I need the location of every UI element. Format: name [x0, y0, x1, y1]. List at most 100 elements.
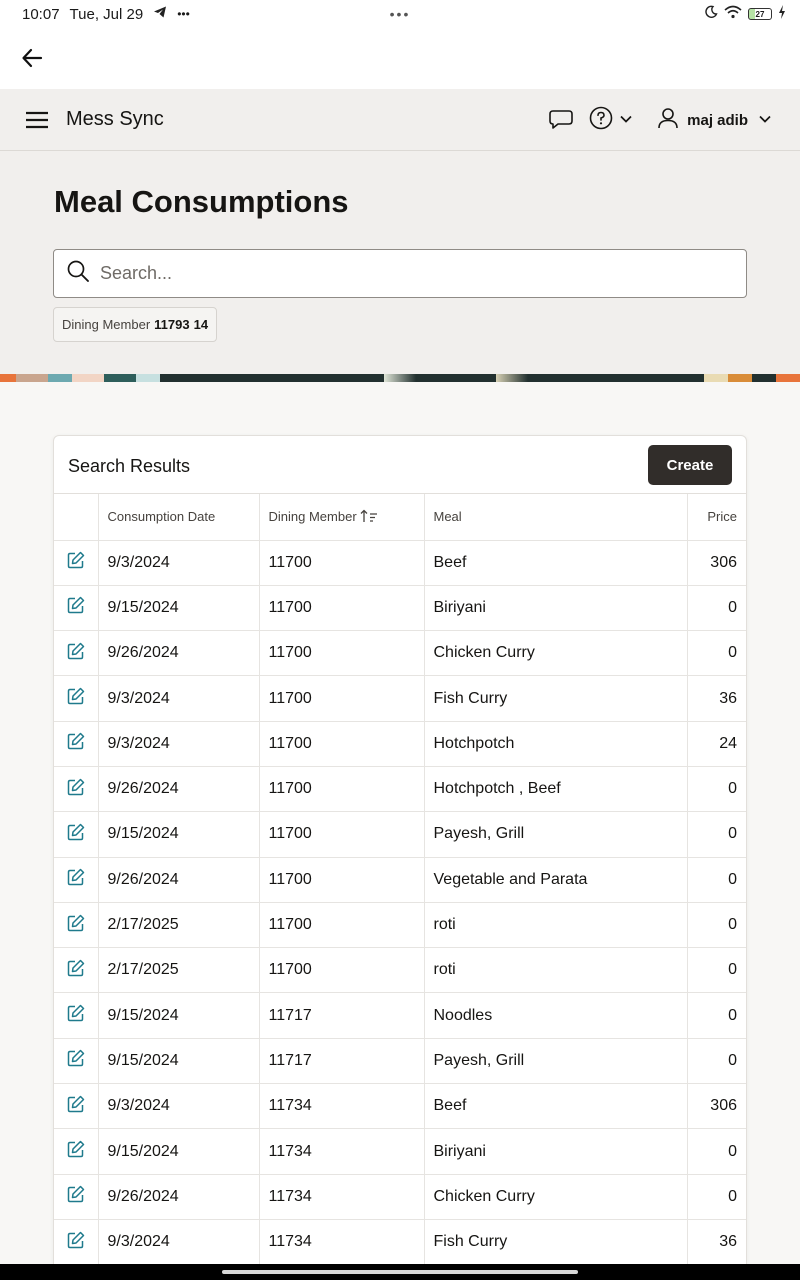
search-input[interactable]	[100, 263, 700, 284]
cell-dining-member: 11700	[259, 630, 425, 677]
sort-ascending-icon	[360, 509, 377, 523]
region-header: Search Results Create	[54, 436, 746, 494]
window-dots: •••	[389, 6, 411, 22]
cell-price: 0	[687, 630, 746, 677]
header-consumption-date[interactable]: Consumption Date	[98, 494, 260, 541]
cell-price: 36	[687, 1219, 746, 1266]
table-row: 9/15/2024 11717 Noodles 0	[54, 992, 746, 1039]
chat-bubble-icon[interactable]	[549, 109, 573, 131]
table-row: 9/26/2024 11734 Chicken Curry 0	[54, 1174, 746, 1220]
cell-consumption-date: 2/17/2025	[98, 902, 260, 949]
cell-consumption-date: 9/15/2024	[98, 992, 260, 1039]
cell-price: 0	[687, 766, 746, 813]
edit-cell	[54, 811, 99, 858]
search-bar[interactable]	[53, 249, 747, 298]
cell-meal: Biriyani	[424, 1128, 688, 1175]
search-results-region: Search Results Create Consumption Date D…	[53, 435, 747, 1280]
cell-consumption-date: 9/3/2024	[98, 721, 260, 767]
edit-cell	[54, 585, 99, 632]
telegram-icon	[153, 5, 167, 23]
header-label: Price	[707, 509, 737, 525]
cell-dining-member: 11700	[259, 675, 425, 722]
cell-meal: Biriyani	[424, 585, 688, 632]
cell-dining-member: 11734	[259, 1083, 425, 1130]
edit-pencil-icon[interactable]	[67, 596, 85, 614]
table-row: 9/26/2024 11700 Hotchpotch , Beef 0	[54, 766, 746, 813]
table-row: 9/3/2024 11700 Hotchpotch 24	[54, 721, 746, 767]
cell-meal: roti	[424, 902, 688, 949]
help-circle-icon	[589, 106, 613, 135]
cell-dining-member: 11734	[259, 1219, 425, 1266]
cell-consumption-date: 9/26/2024	[98, 766, 260, 813]
edit-pencil-icon[interactable]	[67, 732, 85, 750]
edit-pencil-icon[interactable]	[67, 642, 85, 660]
cell-price: 0	[687, 1038, 746, 1085]
table-header-row: Consumption Date Dining Member Meal Pric…	[54, 494, 746, 541]
header-dining-member[interactable]: Dining Member	[259, 494, 425, 541]
help-menu-button[interactable]	[589, 106, 633, 135]
cell-dining-member: 11700	[259, 811, 425, 858]
header-meal[interactable]: Meal	[424, 494, 688, 541]
cell-meal: Beef	[424, 540, 688, 586]
create-button[interactable]: Create	[648, 445, 732, 485]
charging-icon	[778, 5, 786, 23]
cell-price: 0	[687, 992, 746, 1039]
edit-pencil-icon[interactable]	[67, 1095, 85, 1113]
user-icon	[657, 107, 679, 134]
cell-price: 306	[687, 540, 746, 586]
home-gesture-pill[interactable]	[222, 1270, 578, 1274]
results-table: Consumption Date Dining Member Meal Pric…	[54, 494, 746, 1266]
cell-consumption-date: 9/3/2024	[98, 1219, 260, 1266]
edit-pencil-icon[interactable]	[67, 1231, 85, 1249]
cell-dining-member: 11700	[259, 766, 425, 813]
app-title[interactable]: Mess Sync	[66, 108, 164, 131]
app-header: Mess Sync maj adib	[0, 89, 800, 151]
edit-pencil-icon[interactable]	[67, 551, 85, 569]
cell-dining-member: 11700	[259, 857, 425, 903]
edit-pencil-icon[interactable]	[67, 1140, 85, 1158]
chevron-down-icon	[758, 111, 772, 129]
cell-price: 36	[687, 675, 746, 722]
edit-pencil-icon[interactable]	[67, 1049, 85, 1067]
user-menu-button[interactable]: maj adib	[657, 107, 772, 134]
cell-consumption-date: 9/15/2024	[98, 1038, 260, 1085]
cell-consumption-date: 9/15/2024	[98, 811, 260, 858]
hamburger-menu-icon[interactable]	[24, 108, 50, 132]
status-date: Tue, Jul 29	[69, 5, 144, 23]
cell-dining-member: 11734	[259, 1128, 425, 1175]
edit-pencil-icon[interactable]	[67, 1185, 85, 1203]
table-row: 2/17/2025 11700 roti 0	[54, 902, 746, 949]
status-time: 10:07	[22, 5, 60, 23]
edit-cell	[54, 947, 99, 994]
system-status-bar: 10:07 Tue, Jul 29 ••• ••• 27	[0, 0, 800, 28]
back-arrow-icon[interactable]	[18, 44, 46, 72]
header-price[interactable]: Price	[687, 494, 746, 541]
cell-dining-member: 11734	[259, 1174, 425, 1220]
edit-pencil-icon[interactable]	[67, 823, 85, 841]
header-label: Dining Member	[268, 509, 357, 525]
cell-consumption-date: 9/3/2024	[98, 675, 260, 722]
cell-meal: Vegetable and Parata	[424, 857, 688, 903]
edit-cell	[54, 902, 99, 949]
table-row: 2/17/2025 11700 roti 0	[54, 947, 746, 994]
edit-pencil-icon[interactable]	[67, 868, 85, 886]
edit-cell	[54, 1083, 99, 1130]
filter-chip-count: 14	[193, 317, 209, 332]
decorative-banner	[0, 374, 800, 382]
edit-cell	[54, 540, 99, 586]
cell-consumption-date: 9/26/2024	[98, 630, 260, 677]
cell-price: 0	[687, 1128, 746, 1175]
edit-pencil-icon[interactable]	[67, 1004, 85, 1022]
header-label: Consumption Date	[107, 509, 216, 525]
edit-pencil-icon[interactable]	[67, 959, 85, 977]
edit-pencil-icon[interactable]	[67, 914, 85, 932]
edit-cell	[54, 1174, 99, 1220]
cell-dining-member: 11717	[259, 1038, 425, 1085]
filter-chip-label: Dining Member	[62, 317, 151, 332]
edit-pencil-icon[interactable]	[67, 778, 85, 796]
cell-consumption-date: 9/3/2024	[98, 1083, 260, 1130]
cell-meal: Hotchpotch , Beef	[424, 766, 688, 813]
filter-chip[interactable]: Dining Member 11793 14	[53, 307, 218, 342]
edit-cell	[54, 721, 99, 767]
edit-pencil-icon[interactable]	[67, 687, 85, 705]
